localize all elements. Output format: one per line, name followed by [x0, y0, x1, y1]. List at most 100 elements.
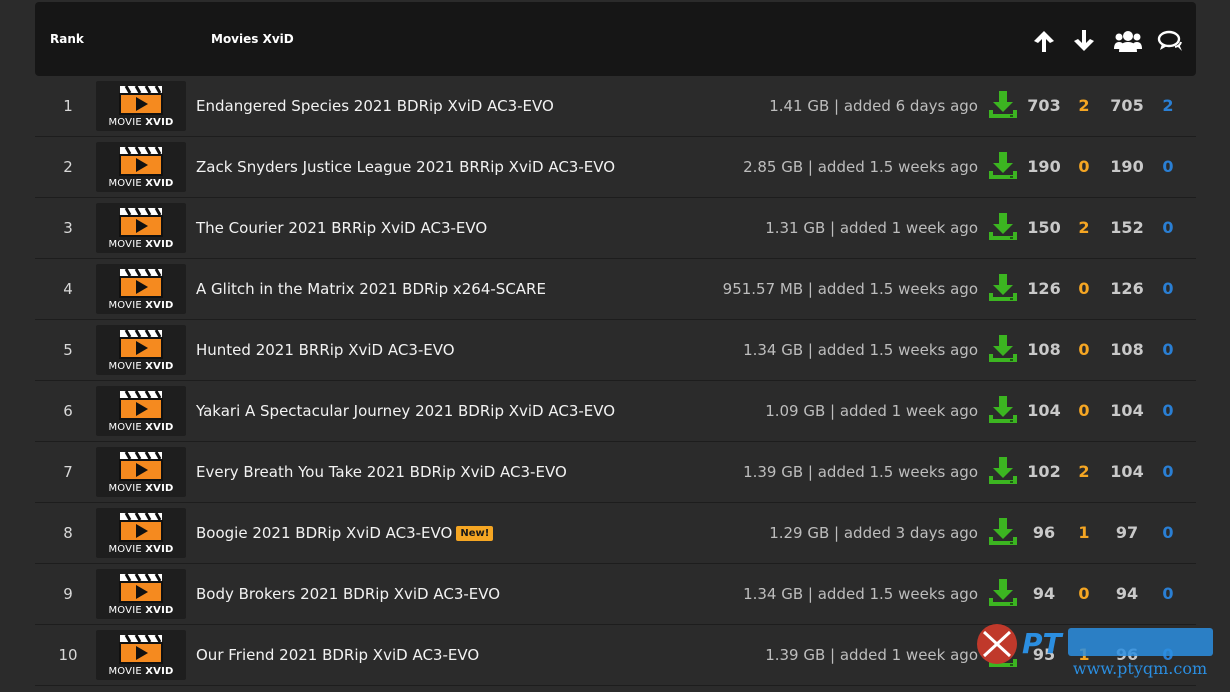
- category-thumbnail[interactable]: MOVIE XVID: [96, 142, 186, 192]
- seeders-count: 96: [1032, 523, 1056, 542]
- table-row[interactable]: 5 MOVIE XVID Hunted 2021 BRRip XviD AC3-…: [35, 320, 1196, 381]
- category-thumbnail[interactable]: MOVIE XVID: [96, 508, 186, 558]
- comments-count[interactable]: 0: [1152, 503, 1184, 563]
- category-label: MOVIE XVID: [108, 422, 174, 433]
- download-icon[interactable]: [988, 456, 1018, 486]
- seeders-count: 126: [1027, 279, 1061, 298]
- download-icon[interactable]: [988, 212, 1018, 242]
- arrow-up-icon[interactable]: [1031, 28, 1057, 54]
- clapperboard-icon: [119, 451, 163, 481]
- download-icon[interactable]: [988, 395, 1018, 425]
- category-thumbnail[interactable]: MOVIE XVID: [96, 325, 186, 375]
- peers-count: 190: [1110, 157, 1144, 176]
- rank-number: 9: [63, 585, 73, 603]
- category-thumbnail[interactable]: MOVIE XVID: [96, 386, 186, 436]
- comments-count[interactable]: 0: [1152, 137, 1184, 197]
- torrent-title-link[interactable]: A Glitch in the Matrix 2021 BDRip x264-S…: [196, 259, 546, 319]
- torrent-title-link[interactable]: Endangered Species 2021 BDRip XviD AC3-E…: [196, 76, 554, 136]
- clapperboard-icon: [119, 634, 163, 664]
- size-and-date: 1.31 GB | added 1 week ago: [765, 219, 978, 237]
- category-column-header[interactable]: Movies XviD: [211, 32, 294, 46]
- table-row[interactable]: 2 MOVIE XVID Zack Snyders Justice League…: [35, 137, 1196, 198]
- table-row[interactable]: 3 MOVIE XVID The Courier 2021 BRRip XviD…: [35, 198, 1196, 259]
- size-and-date: 2.85 GB | added 1.5 weeks ago: [743, 158, 978, 176]
- size-and-date: 1.09 GB | added 1 week ago: [765, 402, 978, 420]
- torrent-title-link[interactable]: Body Brokers 2021 BDRip XviD AC3-EVO: [196, 564, 500, 624]
- rank-number: 7: [63, 463, 73, 481]
- category-thumbnail[interactable]: MOVIE XVID: [96, 447, 186, 497]
- clapperboard-icon: [119, 390, 163, 420]
- download-icon[interactable]: [988, 334, 1018, 364]
- download-icon[interactable]: [988, 273, 1018, 303]
- size-and-date: 1.41 GB | added 6 days ago: [769, 97, 978, 115]
- table-row[interactable]: 7 MOVIE XVID Every Breath You Take 2021 …: [35, 442, 1196, 503]
- svg-text:PT: PT: [1022, 627, 1064, 660]
- comments-count[interactable]: 0: [1152, 564, 1184, 624]
- torrent-title-link[interactable]: Our Friend 2021 BDRip XviD AC3-EVO: [196, 625, 479, 685]
- download-icon[interactable]: [988, 517, 1018, 547]
- leechers-count: 0: [1078, 340, 1090, 359]
- leechers-count: 0: [1078, 157, 1090, 176]
- clapperboard-icon: [119, 146, 163, 176]
- torrent-title-link[interactable]: Hunted 2021 BRRip XviD AC3-EVO: [196, 320, 455, 380]
- table-header: Rank Movies XviD: [35, 2, 1196, 76]
- torrent-list: 1 MOVIE XVID Endangered Species 2021 BDR…: [35, 76, 1196, 686]
- rank-number: 1: [63, 97, 73, 115]
- rank-number: 8: [63, 524, 73, 542]
- seeders-count: 150: [1027, 218, 1061, 237]
- leechers-count: 0: [1078, 279, 1090, 298]
- table-row[interactable]: 6 MOVIE XVID Yakari A Spectacular Journe…: [35, 381, 1196, 442]
- category-label: MOVIE XVID: [108, 483, 174, 494]
- category-label: MOVIE XVID: [108, 544, 174, 555]
- leechers-count: 0: [1078, 401, 1090, 420]
- new-badge: New!: [456, 526, 494, 541]
- arrow-down-icon[interactable]: [1071, 28, 1097, 54]
- rank-column-header[interactable]: Rank: [50, 32, 84, 46]
- torrent-title-link[interactable]: Yakari A Spectacular Journey 2021 BDRip …: [196, 381, 615, 441]
- users-icon[interactable]: [1114, 28, 1142, 54]
- comments-count[interactable]: 0: [1152, 442, 1184, 502]
- download-icon[interactable]: [988, 151, 1018, 181]
- peers-count: 104: [1110, 462, 1144, 481]
- category-label: MOVIE XVID: [108, 178, 174, 189]
- table-row[interactable]: 1 MOVIE XVID Endangered Species 2021 BDR…: [35, 76, 1196, 137]
- download-icon[interactable]: [988, 578, 1018, 608]
- comments-count[interactable]: 0: [1152, 381, 1184, 441]
- torrent-title-link[interactable]: The Courier 2021 BRRip XviD AC3-EVO: [196, 198, 487, 258]
- size-and-date: 951.57 MB | added 1.5 weeks ago: [722, 280, 978, 298]
- table-row[interactable]: 4 MOVIE XVID A Glitch in the Matrix 2021…: [35, 259, 1196, 320]
- category-label: MOVIE XVID: [108, 605, 174, 616]
- peers-count: 705: [1110, 96, 1144, 115]
- table-row[interactable]: 9 MOVIE XVID Body Brokers 2021 BDRip Xvi…: [35, 564, 1196, 625]
- size-and-date: 1.29 GB | added 3 days ago: [769, 524, 978, 542]
- comments-count[interactable]: 0: [1152, 320, 1184, 380]
- torrent-title-link[interactable]: Boogie 2021 BDRip XviD AC3-EVO New!: [196, 503, 494, 563]
- clapperboard-icon: [119, 573, 163, 603]
- clapperboard-icon: [119, 85, 163, 115]
- category-thumbnail[interactable]: MOVIE XVID: [96, 203, 186, 253]
- category-label: MOVIE XVID: [108, 117, 174, 128]
- category-label: MOVIE XVID: [108, 239, 174, 250]
- rank-number: 4: [63, 280, 73, 298]
- size-and-date: 1.39 GB | added 1 week ago: [765, 646, 978, 664]
- download-icon[interactable]: [988, 90, 1018, 120]
- clapperboard-icon: [119, 329, 163, 359]
- peers-count: 104: [1110, 401, 1144, 420]
- comments-count[interactable]: 2: [1152, 76, 1184, 136]
- category-thumbnail[interactable]: MOVIE XVID: [96, 569, 186, 619]
- seeders-count: 104: [1027, 401, 1061, 420]
- rank-number: 6: [63, 402, 73, 420]
- table-row[interactable]: 8 MOVIE XVID Boogie 2021 BDRip XviD AC3-…: [35, 503, 1196, 564]
- leechers-count: 1: [1078, 523, 1090, 542]
- category-thumbnail[interactable]: MOVIE XVID: [96, 81, 186, 131]
- category-thumbnail[interactable]: MOVIE XVID: [96, 264, 186, 314]
- torrent-title-link[interactable]: Zack Snyders Justice League 2021 BRRip X…: [196, 137, 615, 197]
- clapperboard-icon: [119, 207, 163, 237]
- torrent-title-link[interactable]: Every Breath You Take 2021 BDRip XviD AC…: [196, 442, 567, 502]
- category-thumbnail[interactable]: MOVIE XVID: [96, 630, 186, 680]
- comments-count[interactable]: 0: [1152, 198, 1184, 258]
- clapperboard-icon: [119, 268, 163, 298]
- comments-icon[interactable]: [1157, 28, 1183, 54]
- watermark-logo: PT www.ptyqm.com: [977, 624, 1213, 678]
- comments-count[interactable]: 0: [1152, 259, 1184, 319]
